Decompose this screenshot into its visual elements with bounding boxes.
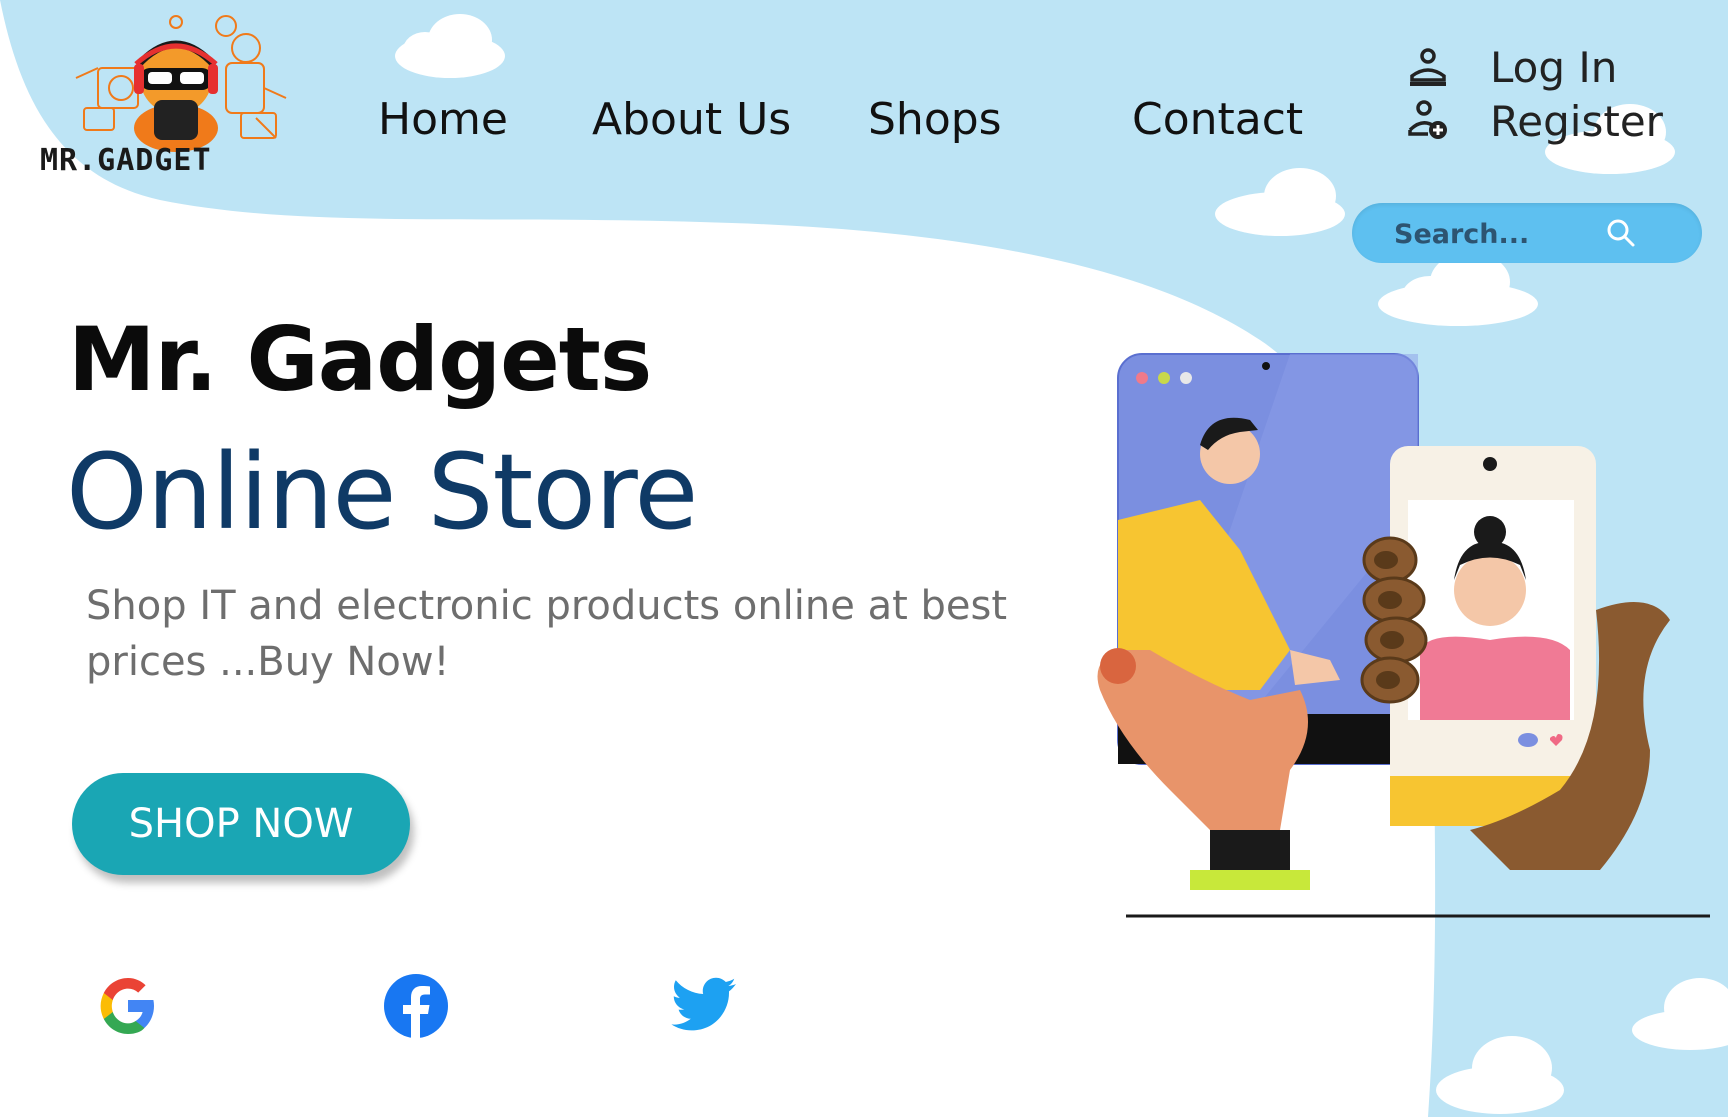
register-label: Register [1490,97,1663,146]
user-icon [1410,48,1446,86]
logo-text: MR.GADGET [40,143,212,178]
search-bar [1352,203,1702,263]
nav-home[interactable]: Home [378,98,508,142]
facebook-icon[interactable] [380,970,452,1042]
search-input[interactable] [1392,213,1626,255]
shop-now-button[interactable]: SHOP NOW [72,773,410,875]
hero-description: Shop IT and electronic products online a… [86,583,1008,685]
nav-contact[interactable]: Contact [1132,98,1303,142]
hero-subtitle: Online Store [66,431,698,553]
nav-shops[interactable]: Shops [868,98,1002,142]
login-link[interactable]: Log In [1406,46,1617,90]
phones-illustration [1097,353,1710,918]
register-link[interactable]: Register [1406,100,1663,144]
hero-title: Mr. Gadgets [68,308,652,411]
search-icon[interactable] [1606,218,1636,248]
user-add-icon [1408,100,1447,139]
google-icon[interactable] [92,970,164,1042]
twitter-icon[interactable] [668,970,740,1042]
nav-about-us[interactable]: About Us [592,98,791,142]
login-label: Log In [1490,43,1618,92]
